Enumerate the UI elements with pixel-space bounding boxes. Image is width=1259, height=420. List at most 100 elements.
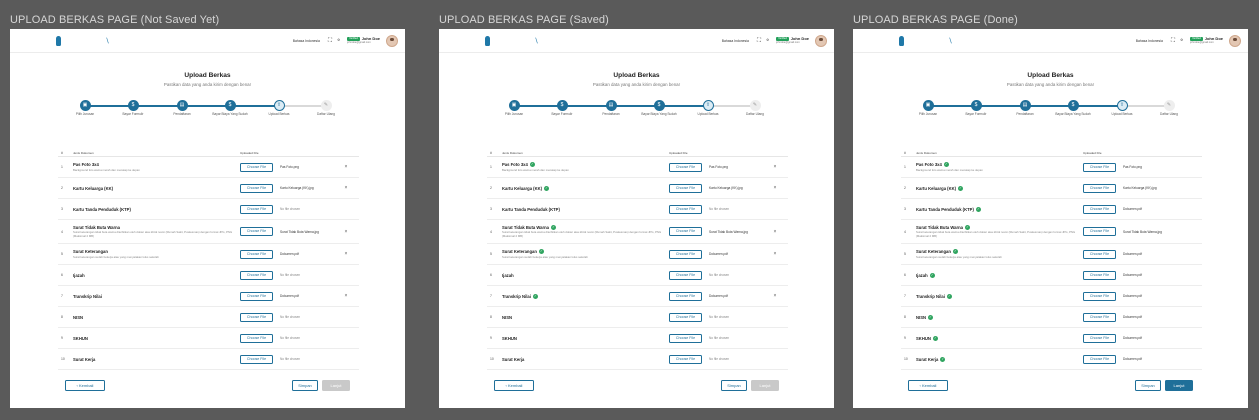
choose-file-button[interactable]: Choose File	[240, 183, 273, 193]
back-button[interactable]: ‹ Kembali	[494, 380, 534, 391]
remove-file-icon[interactable]: ×	[340, 293, 352, 299]
next-button[interactable]: Lanjut	[1165, 380, 1193, 391]
choose-file-button[interactable]: Choose File	[669, 249, 702, 259]
next-button[interactable]: Lanjut	[322, 380, 350, 391]
language-selector[interactable]: Bahasa Indonesia	[1136, 39, 1163, 43]
choose-file-button[interactable]: Choose File	[1083, 227, 1116, 236]
choose-file-button[interactable]: Choose File	[240, 291, 273, 301]
remove-file-icon[interactable]: ×	[340, 185, 352, 191]
file-name: No file chosen	[280, 336, 301, 340]
choose-file-button[interactable]: Choose File	[240, 312, 273, 322]
footer-actions: ‹ Kembali Simpan Lanjut	[494, 380, 779, 392]
choose-file-button[interactable]: Choose File	[1083, 291, 1116, 301]
back-button[interactable]: ‹ Kembali	[65, 380, 105, 391]
remove-file-icon[interactable]: ×	[769, 185, 781, 191]
avatar[interactable]	[386, 35, 398, 47]
table-row: 7 Transkrip Nilai ✓ Choose File Dokumen.pdf	[901, 286, 1202, 307]
document-name: Ijazah	[502, 272, 514, 278]
check-icon: ✓	[538, 249, 544, 255]
fullscreen-icon[interactable]: ⛶	[328, 38, 332, 44]
language-selector[interactable]: Bahasa Indonesia	[293, 39, 320, 43]
step-label: Bayar Formulir	[965, 112, 987, 116]
row-number: 10	[490, 357, 494, 361]
document-name-row: SKHUN	[502, 336, 669, 341]
choose-file-button[interactable]: Choose File	[240, 270, 273, 280]
document-name-row: Surat Kerja	[73, 357, 240, 362]
remove-file-icon[interactable]: ×	[769, 251, 781, 257]
row-number: 3	[904, 207, 906, 211]
document-cell: SKHUN	[73, 336, 240, 341]
file-name: Pas Foto.png	[280, 165, 299, 169]
step-3: ▤ Pendaftaran	[591, 100, 631, 117]
choose-file-button[interactable]: Choose File	[669, 270, 702, 280]
row-number: 9	[61, 336, 63, 340]
file-cell: Choose File No file chosen	[669, 333, 788, 343]
remove-file-icon[interactable]: ×	[340, 251, 352, 257]
remove-file-icon[interactable]: ×	[769, 229, 781, 235]
choose-file-button[interactable]: Choose File	[1083, 249, 1116, 259]
next-button[interactable]: Lanjut	[751, 380, 779, 391]
choose-file-button[interactable]: Choose File	[240, 249, 273, 259]
avatar[interactable]	[1229, 35, 1241, 47]
choose-file-button[interactable]: Choose File	[669, 183, 702, 193]
choose-file-button[interactable]: Choose File	[669, 204, 702, 214]
choose-file-button[interactable]: Choose File	[1083, 204, 1116, 214]
choose-file-button[interactable]: Choose File	[240, 354, 273, 364]
table-header: # Jenis Dokumen Uploaded File	[487, 149, 788, 157]
choose-file-button[interactable]: Choose File	[669, 162, 702, 172]
fullscreen-icon[interactable]: ⛶	[757, 38, 761, 44]
choose-file-button[interactable]: Choose File	[240, 162, 273, 172]
choose-file-button[interactable]: Choose File	[1083, 354, 1116, 364]
user-info[interactable]: Verified John Doe johndoe@gmail.com	[347, 37, 380, 45]
language-selector[interactable]: Bahasa Indonesia	[722, 39, 749, 43]
bell-icon[interactable]: ⚬	[336, 38, 341, 44]
choose-file-button[interactable]: Choose File	[669, 333, 702, 343]
choose-file-button[interactable]: Choose File	[1083, 162, 1116, 172]
row-number: 1	[61, 165, 63, 169]
document-cell: Pas Foto 3x4 ✓ Background foto warna merah…	[502, 162, 669, 172]
fullscreen-icon[interactable]: ⛶	[1171, 38, 1175, 44]
remove-file-icon[interactable]: ×	[340, 229, 352, 235]
save-button[interactable]: Simpan	[721, 380, 747, 391]
remove-file-icon[interactable]: ×	[340, 164, 352, 170]
bell-icon[interactable]: ⚬	[765, 38, 770, 44]
choose-file-button[interactable]: Choose File	[240, 333, 273, 343]
choose-file-button[interactable]: Choose File	[669, 291, 702, 301]
user-info[interactable]: Verified John Doe johndoe@gmail.com	[1190, 37, 1223, 45]
choose-file-button[interactable]: Choose File	[1083, 270, 1116, 280]
file-name: Dokumen.pdf	[1123, 315, 1142, 319]
file-name: No file chosen	[709, 273, 730, 277]
choose-file-button[interactable]: Choose File	[669, 312, 702, 322]
column-header-no: #	[904, 150, 906, 155]
choose-file-button[interactable]: Choose File	[1083, 312, 1116, 322]
choose-file-button[interactable]: Choose File	[1083, 183, 1116, 193]
document-name-row: Kartu Tanda Penduduk (KTP)	[73, 207, 240, 212]
choose-file-button[interactable]: Choose File	[240, 204, 273, 214]
table-row: 2 Kartu Keluarga (KK) ✓ Choose File Kartu Ke…	[487, 178, 788, 199]
file-name: No file chosen	[280, 315, 301, 319]
document-name-row: Surat Tidak Buta Warna ✓	[916, 224, 1083, 230]
document-name: Pas Foto 3x4	[73, 162, 99, 168]
choose-file-button[interactable]: Choose File	[240, 227, 273, 236]
choose-file-button[interactable]: Choose File	[1083, 333, 1116, 343]
save-button[interactable]: Simpan	[292, 380, 318, 391]
table-row: 7 Transkrip Nilai ✓ Choose File Dokumen.pdf ×	[487, 286, 788, 307]
bell-icon[interactable]: ⚬	[1179, 38, 1184, 44]
step-icon: ✎	[320, 100, 332, 111]
remove-file-icon[interactable]: ×	[769, 293, 781, 299]
choose-file-button[interactable]: Choose File	[669, 227, 702, 236]
check-icon: ✓	[958, 185, 964, 191]
save-button[interactable]: Simpan	[1135, 380, 1161, 391]
document-cell: Surat Tidak Buta Warna Surat keterangan t…	[73, 225, 240, 238]
step-2: $ Bayar Formulir	[113, 100, 153, 117]
step-icon: $	[127, 100, 139, 111]
avatar[interactable]	[815, 35, 827, 47]
back-button[interactable]: ‹ Kembali	[908, 380, 948, 391]
topbar: ∖ Bahasa Indonesia ⛶ ⚬ Verified John Doe…	[439, 29, 834, 53]
user-info[interactable]: Verified John Doe johndoe@gmail.com	[776, 37, 809, 45]
file-cell: Choose File No file chosen	[240, 312, 359, 322]
document-name-row: Transkrip Nilai ✓	[916, 293, 1083, 299]
document-name: Kartu Keluarga (KK)	[502, 185, 543, 191]
remove-file-icon[interactable]: ×	[769, 164, 781, 170]
choose-file-button[interactable]: Choose File	[669, 354, 702, 364]
